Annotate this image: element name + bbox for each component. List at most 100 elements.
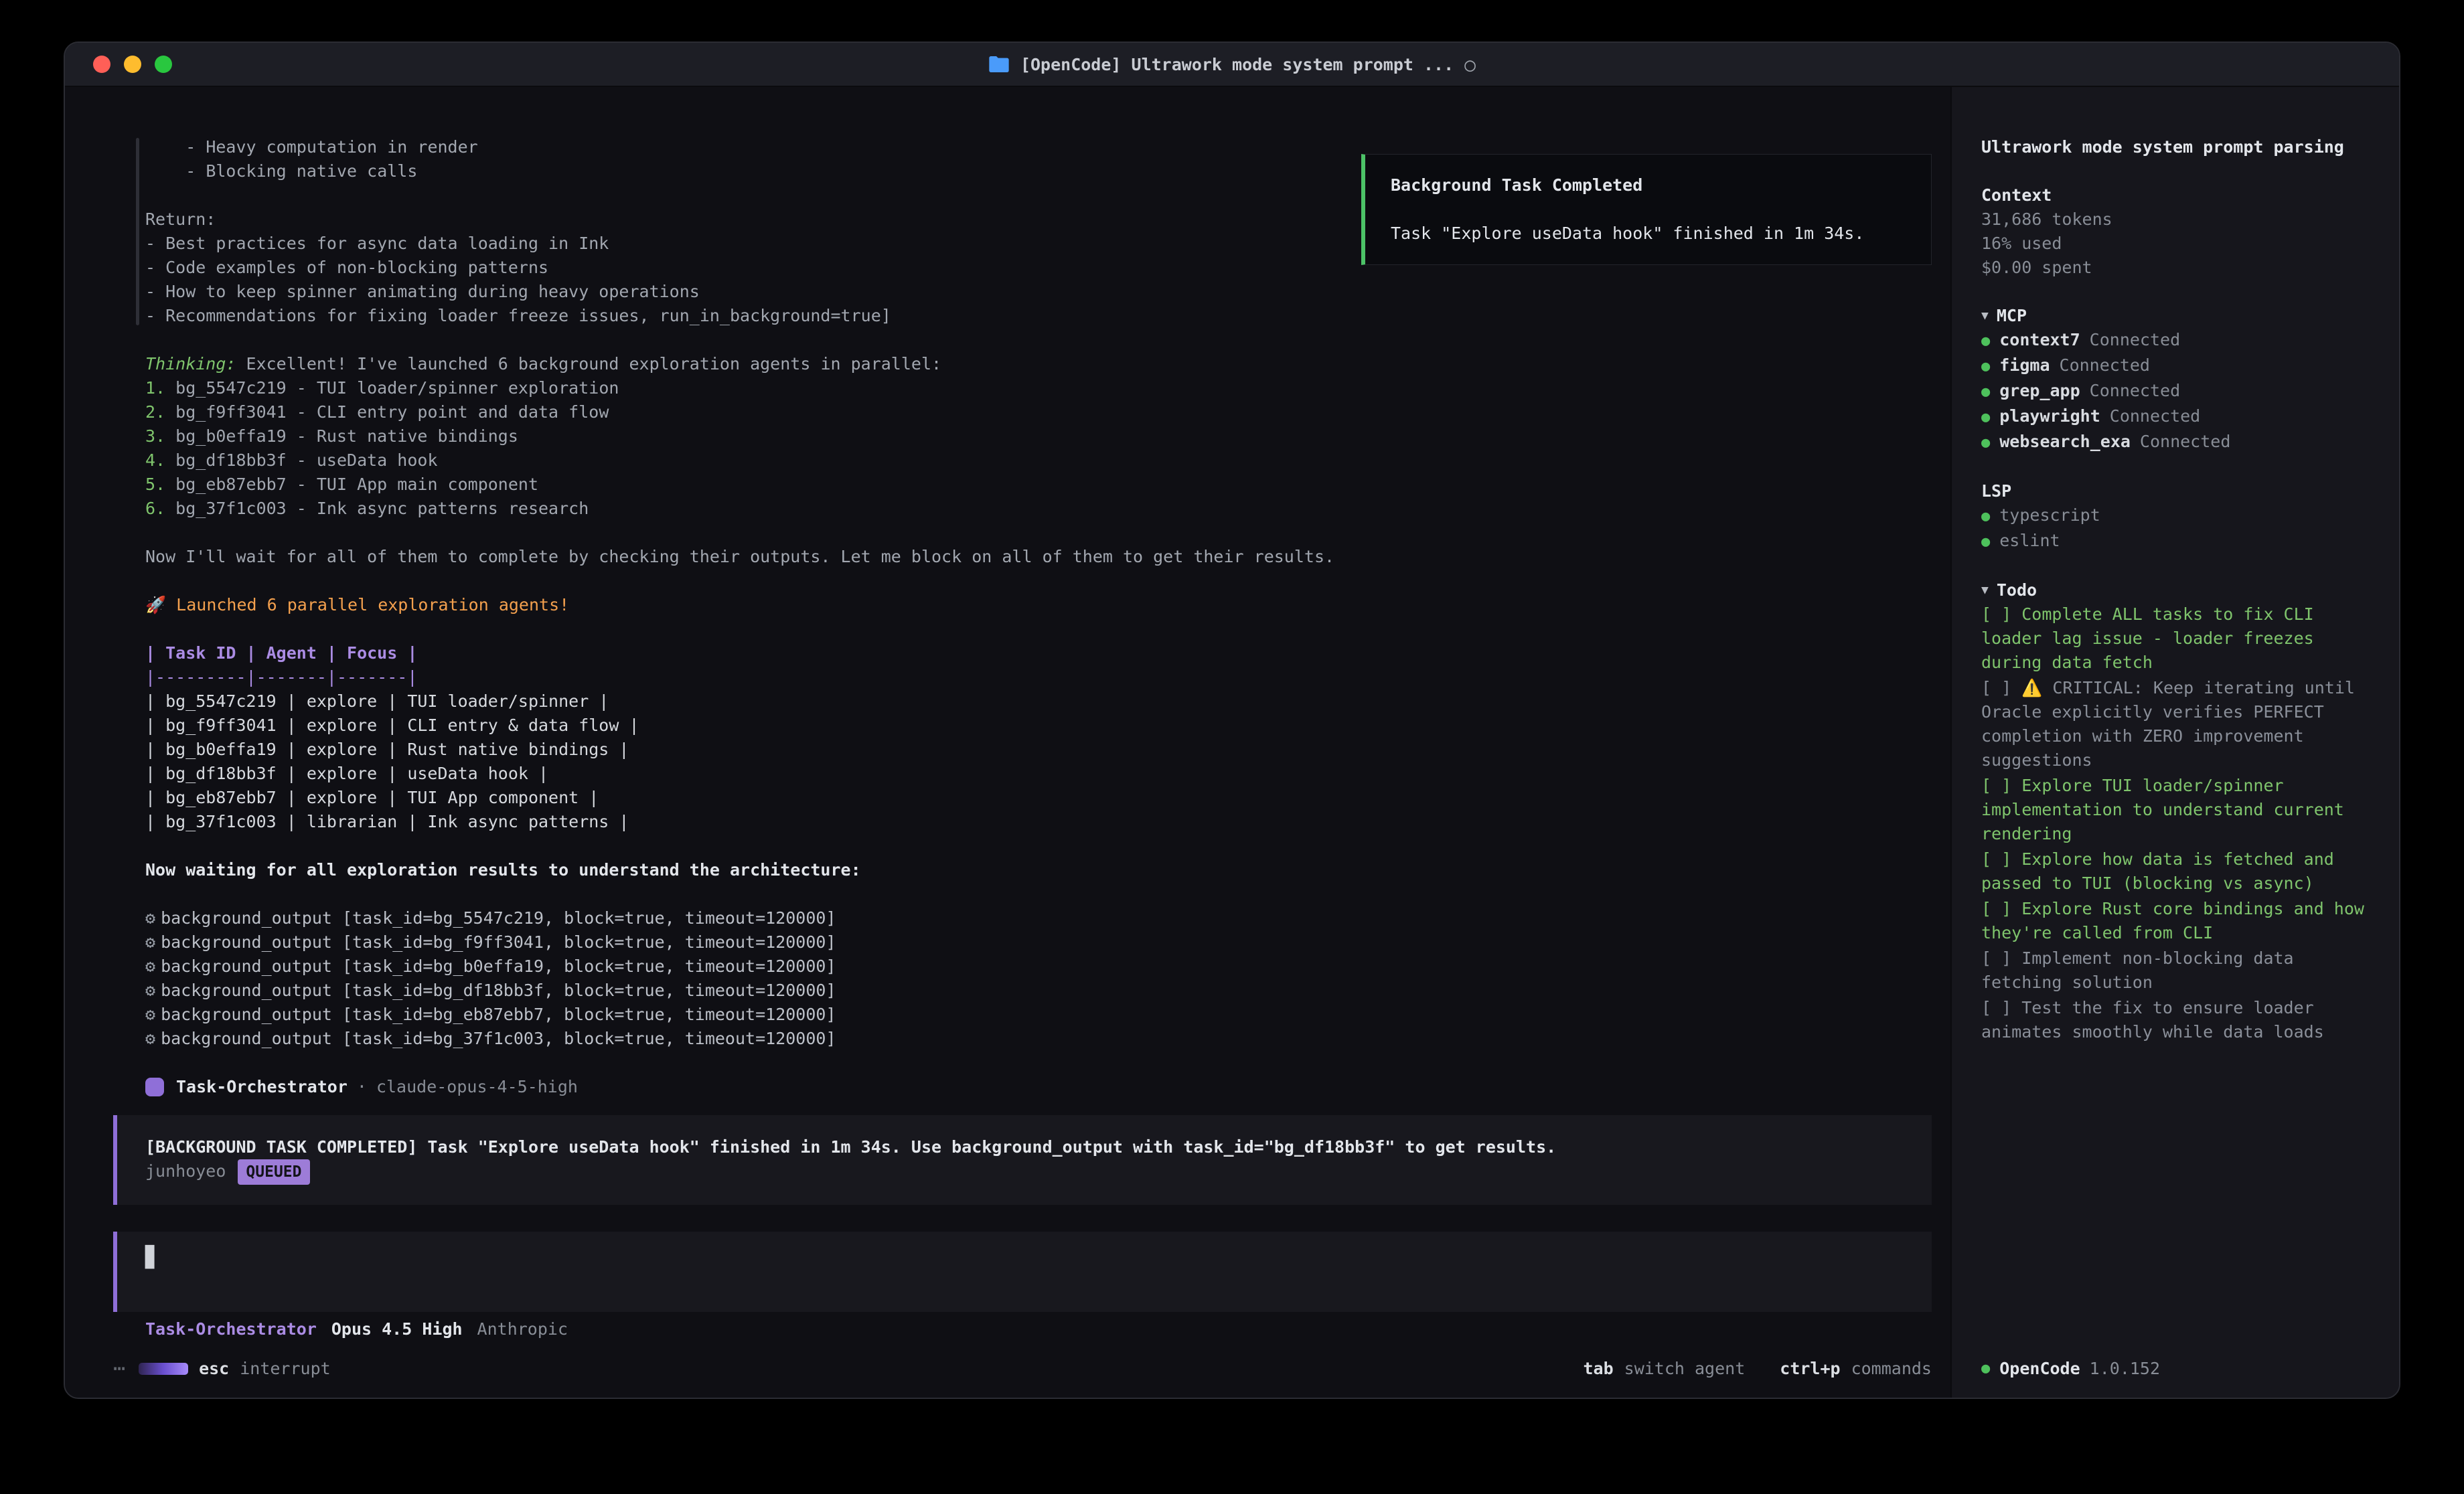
status-circle-icon: ○ <box>1464 54 1476 76</box>
chat-panel: - Heavy computation in render - Blocking… <box>65 87 1950 1398</box>
status-dot-icon: ● <box>1981 530 1990 554</box>
todo-text: Test the fix to ensure loader animates s… <box>1981 998 2324 1042</box>
message-meta: junhoyeoQUEUED <box>145 1159 1905 1185</box>
terminal-line: - Recommendations for fixing loader free… <box>145 304 1932 328</box>
list-text: bg_37f1c003 - Ink async patterns researc… <box>165 499 589 518</box>
terminal-line: 🚀 Launched 6 parallel exploration agents… <box>145 593 1932 617</box>
list-text: bg_df18bb3f - useData hook <box>165 450 437 470</box>
terminal-line: 3. bg_b0effa19 - Rust native bindings <box>145 424 1932 448</box>
terminal-line: 2. bg_f9ff3041 - CLI entry point and dat… <box>145 400 1932 424</box>
terminal-line: 5. bg_eb87ebb7 - TUI App main component <box>145 473 1932 497</box>
tool-call-line: ⚙ background_output [task_id=bg_b0effa19,… <box>145 954 1932 979</box>
mcp-section: ▼ MCP ●context7Connected ●figmaConnected… <box>1981 304 2375 455</box>
lsp-item: ● typescript <box>1981 503 2375 529</box>
chat-scrollback[interactable]: - Heavy computation in render - Blocking… <box>113 87 1932 1340</box>
queued-badge: QUEUED <box>238 1159 309 1185</box>
window-title-text: [OpenCode] Ultrawork mode system prompt … <box>1020 55 1454 74</box>
separator-dot: · <box>357 1075 367 1099</box>
todo-checkbox: [ ] <box>1981 998 2021 1017</box>
todo-item: [ ] Implement non-blocking data fetching… <box>1981 946 2375 995</box>
text-cursor: ▊ <box>145 1246 157 1269</box>
tool-call-text: background_output [task_id=bg_f9ff3041, … <box>161 932 836 952</box>
folder-icon <box>988 55 1010 74</box>
ctrlp-key-hint: ctrl+p <box>1780 1357 1840 1381</box>
context-heading: Context <box>1981 183 2375 208</box>
app-name: OpenCode <box>1999 1357 2080 1381</box>
thinking-label: Thinking: <box>145 354 236 374</box>
todo-checkbox: [ ] <box>1981 776 2021 795</box>
tool-call-text: background_output [task_id=bg_37f1c003, … <box>161 1029 836 1048</box>
minimize-button[interactable] <box>124 56 141 73</box>
mcp-header[interactable]: ▼ MCP <box>1981 304 2375 328</box>
terminal-line: 1. bg_5547c219 - TUI loader/spinner expl… <box>145 376 1932 400</box>
todo-text: ⚠️ CRITICAL: Keep iterating until Oracle… <box>1981 678 2365 770</box>
list-number: 2. <box>145 402 165 422</box>
list-number: 3. <box>145 426 165 446</box>
agent-provider: Anthropic <box>477 1317 568 1340</box>
tab-key-label: switch agent <box>1624 1357 1746 1381</box>
mcp-name: figma <box>1999 353 2050 378</box>
table-row: | bg_b0effa19 | explore | Rust native bi… <box>145 738 1932 762</box>
prompt-input[interactable]: ▊ <box>113 1232 1932 1312</box>
tool-call-line: ⚙ background_output [task_id=bg_f9ff3041,… <box>145 930 1932 954</box>
toast-notification[interactable]: Background Task Completed Task "Explore … <box>1361 154 1932 265</box>
terminal-line: Thinking: Excellent! I've launched 6 bac… <box>145 352 1932 376</box>
mcp-status: Connected <box>2110 404 2200 428</box>
tool-call-line: ⚙background_output [task_id=bg_df18bb3f,… <box>145 979 1932 1003</box>
tab-key-hint: tab <box>1583 1357 1613 1381</box>
mcp-status: Connected <box>2060 353 2150 378</box>
list-text: bg_eb87ebb7 - TUI App main component <box>165 475 538 494</box>
terminal-line: 4. bg_df18bb3f - useData hook <box>145 448 1932 473</box>
gear-icon: ⚙ <box>145 932 155 952</box>
tool-call-line: ⚙background_output [task_id=bg_eb87ebb7,… <box>145 1003 1932 1027</box>
terminal-line: 6. bg_37f1c003 - Ink async patterns rese… <box>145 497 1932 521</box>
tasks-table: | Task ID | Agent | Focus | |---------|-… <box>145 641 1932 834</box>
todo-header[interactable]: ▼ Todo <box>1981 578 2375 602</box>
progress-indicator <box>139 1363 188 1375</box>
mcp-item: ● figma Connected <box>1981 353 2375 379</box>
todo-item: [ ] Explore Rust core bindings and how t… <box>1981 897 2375 945</box>
context-used: 16% used <box>1981 232 2375 256</box>
mcp-item: ●context7Connected <box>1981 328 2375 353</box>
tool-call-text: background_output [task_id=bg_b0effa19, … <box>161 957 836 976</box>
close-button[interactable] <box>93 56 110 73</box>
tool-call-text: background_output [task_id=bg_eb87ebb7, … <box>161 1005 836 1024</box>
mcp-status: Connected <box>2090 379 2180 403</box>
todo-item: [ ] ⚠️ CRITICAL: Keep iterating until Or… <box>1981 676 2375 772</box>
more-indicator: ⋯ <box>113 1357 128 1381</box>
todo-heading: Todo <box>1997 578 2037 602</box>
sidebar: Ultrawork mode system prompt parsing Con… <box>1950 87 2399 1398</box>
notification-body: Task "Explore useData hook" finished in … <box>1391 222 1906 246</box>
tool-call-text: background_output [task_id=bg_5547c219, … <box>161 908 836 928</box>
agent-status: Task-Orchestrator · claude-opus-4-5-high <box>145 1075 1932 1099</box>
list-text: bg_5547c219 - TUI loader/spinner explora… <box>165 378 619 398</box>
agent-model: Opus 4.5 High <box>331 1317 463 1340</box>
status-dot-icon: ● <box>1981 355 1990 379</box>
status-dot-icon: ● <box>1981 505 1990 529</box>
agent-name: Task-Orchestrator <box>176 1075 348 1099</box>
gear-icon: ⚙ <box>145 1029 155 1048</box>
zoom-button[interactable] <box>155 56 172 73</box>
mcp-name: context7 <box>1999 328 2080 352</box>
todo-section: ▼ Todo [ ] Complete ALL tasks to fix CLI… <box>1981 578 2375 1046</box>
status-dot-icon: ● <box>1981 329 1990 353</box>
esc-key-label: interrupt <box>240 1357 330 1381</box>
lsp-name: typescript <box>1999 503 2100 527</box>
todo-text: Implement non-blocking data fetching sol… <box>1981 948 2304 992</box>
gear-icon: ⚙ <box>145 981 155 1000</box>
todo-text: Explore TUI loader/spinner implementatio… <box>1981 776 2354 843</box>
lsp-section: LSP ●typescript ●eslint <box>1981 479 2375 554</box>
list-number: 4. <box>145 450 165 470</box>
message-text: [BACKGROUND TASK COMPLETED] Task "Explor… <box>145 1135 1905 1159</box>
mcp-item: ●websearch_exaConnected <box>1981 430 2375 455</box>
titlebar[interactable]: [OpenCode] Ultrawork mode system prompt … <box>65 43 2399 87</box>
status-dot-icon: ● <box>1981 1357 1990 1381</box>
window-content: - Heavy computation in render - Blocking… <box>65 87 2399 1398</box>
context-tokens: 31,686 tokens <box>1981 208 2375 232</box>
terminal-window: [OpenCode] Ultrawork mode system prompt … <box>64 42 2400 1399</box>
context-section: Context 31,686 tokens 16% used $0.00 spe… <box>1981 183 2375 280</box>
app-version: 1.0.152 <box>2090 1357 2160 1381</box>
list-text: bg_b0effa19 - Rust native bindings <box>165 426 518 446</box>
gear-icon: ⚙ <box>145 957 155 976</box>
terminal-line: Now waiting for all exploration results … <box>145 858 1932 882</box>
